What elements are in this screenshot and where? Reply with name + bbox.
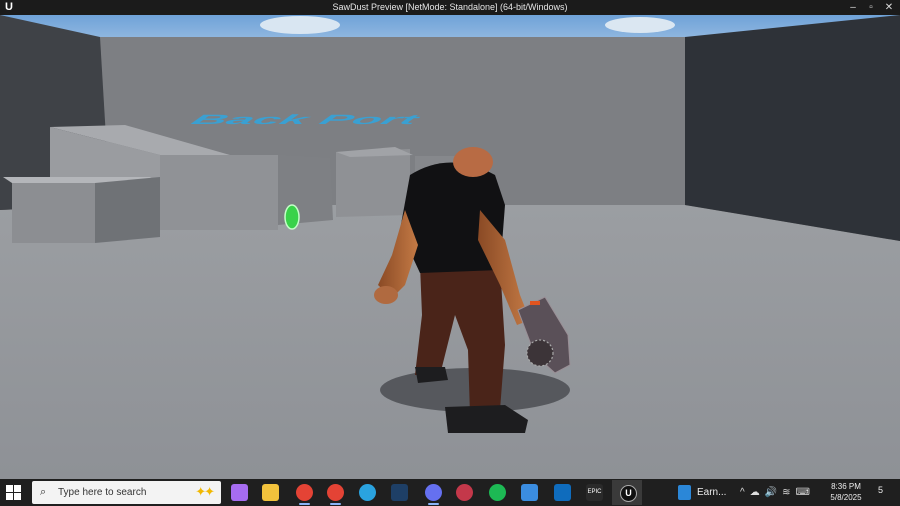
pickup-orb — [284, 204, 300, 230]
speedometer-icon[interactable] — [456, 484, 473, 501]
chrome-profile-icon[interactable] — [327, 484, 344, 505]
epic-games-label-icon[interactable]: EPIC — [586, 484, 603, 501]
keyboard-icon[interactable]: ⌨ — [796, 487, 810, 498]
scene-render: Back Port — [0, 15, 900, 479]
chrome-icon[interactable] — [296, 484, 313, 505]
right-wall — [685, 15, 900, 241]
block-left-side — [95, 177, 160, 243]
floor-text: Back Port — [188, 112, 425, 127]
clock-date: 5/8/2025 — [830, 493, 862, 502]
window-title: SawDust Preview [NetMode: Standalone] (6… — [332, 2, 568, 12]
search-placeholder: Type here to search — [58, 487, 147, 498]
steam-icon[interactable] — [391, 484, 408, 501]
taskbar-search-box[interactable]: ⌕ Type here to search ✦✦ — [32, 481, 221, 504]
windows-taskbar: ⌕ Type here to search ✦✦ EPIC U Earn... … — [0, 479, 900, 506]
ramp-front — [160, 155, 278, 230]
window-controls: – ▫ ✕ — [844, 0, 898, 15]
spotify-icon[interactable] — [489, 484, 506, 501]
earnings-task-label: Earn... — [697, 487, 727, 498]
cloud — [605, 17, 675, 33]
edge-icon[interactable] — [359, 484, 376, 501]
clock-time: 8:36 PM — [831, 482, 861, 491]
restore-button[interactable]: ▫ — [862, 0, 880, 15]
copilot-app-icon[interactable] — [231, 484, 248, 501]
notification-icon[interactable]: 5 — [873, 485, 888, 499]
close-button[interactable]: ✕ — [880, 0, 898, 15]
discord-icon[interactable] — [425, 484, 442, 505]
unreal-task-icon: U — [620, 485, 637, 502]
block-mid — [336, 149, 410, 217]
unreal-engine-task[interactable]: U — [612, 480, 642, 505]
copilot-sparkle-icon: ✦✦ — [195, 484, 215, 499]
microsoft-store-icon[interactable] — [521, 484, 538, 501]
block-left-front — [12, 183, 95, 243]
volume-icon[interactable]: 🔊 — [765, 487, 777, 498]
onedrive-cloud-icon[interactable]: ☁ — [750, 487, 760, 498]
cloud — [260, 16, 340, 34]
document-icon — [678, 485, 691, 500]
system-tray: ^ ☁ 🔊 ≋ ⌨ — [740, 485, 810, 500]
file-explorer-icon[interactable] — [262, 484, 279, 501]
game-viewport[interactable]: Back Port — [0, 15, 900, 479]
wifi-icon[interactable]: ≋ — [782, 487, 790, 498]
outlook-icon[interactable] — [554, 484, 571, 501]
search-icon: ⌕ — [40, 486, 47, 498]
character-head — [453, 147, 493, 177]
taskbar-clock[interactable]: 8:36 PM 5/8/2025 — [826, 481, 866, 503]
windows-start-icon[interactable] — [6, 485, 21, 500]
earnings-task[interactable]: Earn... — [678, 483, 726, 502]
title-bar: U SawDust Preview [NetMode: Standalone] … — [0, 0, 900, 15]
tray-chevron-icon[interactable]: ^ — [740, 487, 745, 498]
minimize-button[interactable]: – — [844, 0, 862, 15]
notification-count: 5 — [877, 485, 883, 495]
